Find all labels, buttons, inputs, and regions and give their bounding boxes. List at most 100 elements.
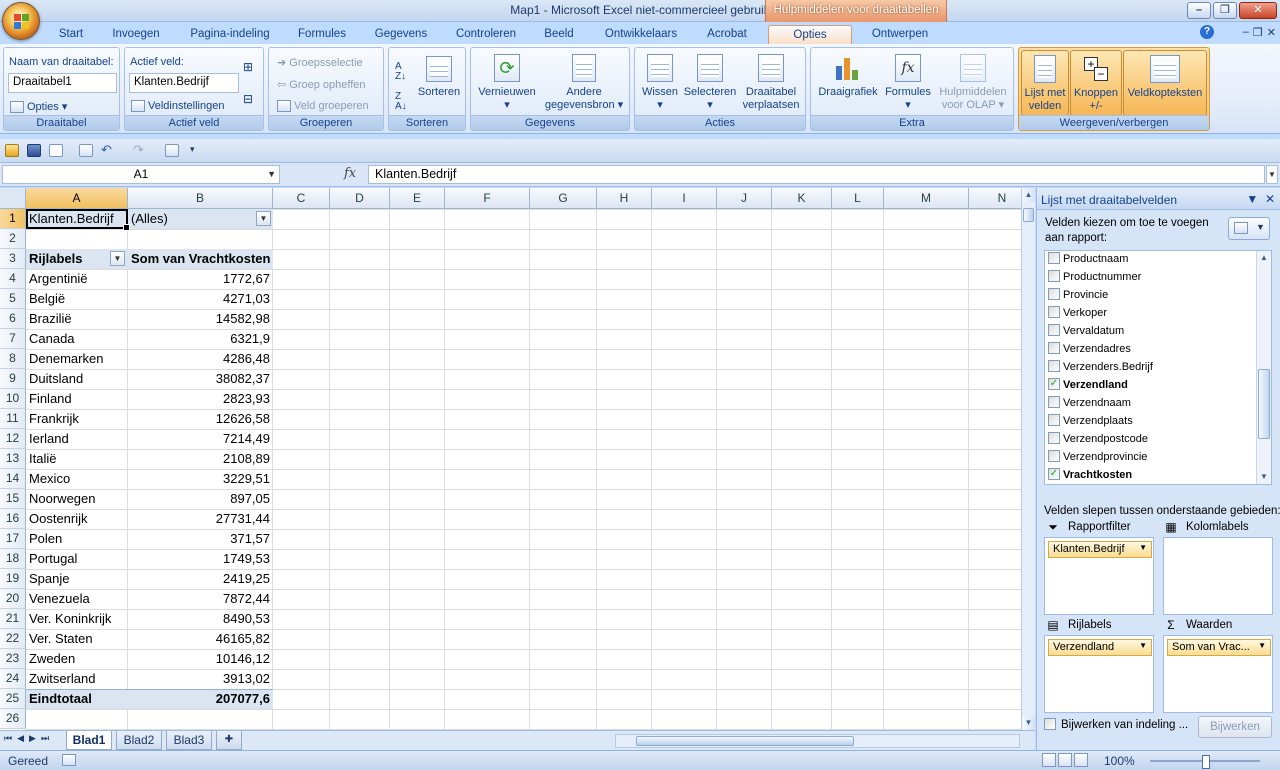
sort-button[interactable]: Sorteren [417, 56, 461, 99]
pivot-row-value[interactable]: 1772,67 [128, 269, 273, 289]
pivot-row-label[interactable]: Oostenrijk [26, 509, 128, 529]
pivot-row-label[interactable]: Ver. Staten [26, 629, 128, 649]
checkbox-icon[interactable] [1048, 342, 1060, 355]
pivot-row-label[interactable]: Venezuela [26, 589, 128, 609]
page-break-view-icon[interactable] [1074, 753, 1088, 767]
change-data-source-button[interactable]: Andere gegevensbron ▾ [541, 54, 627, 112]
field-item[interactable]: Verzenders.Bedrijf [1048, 358, 1153, 376]
sort-az-icon[interactable]: A Z↓ [395, 62, 406, 82]
row-header[interactable]: 17 [0, 529, 26, 549]
row-header[interactable]: 20 [0, 589, 26, 609]
grand-total-value[interactable]: 207077,6 [128, 689, 273, 709]
zoom-level[interactable]: 100% [1104, 754, 1135, 768]
defer-update-checkbox[interactable] [1044, 718, 1056, 730]
help-icon[interactable]: ? [1200, 25, 1214, 39]
row-header[interactable]: 11 [0, 409, 26, 429]
field-list-scroll-thumb[interactable] [1258, 369, 1270, 439]
select-button[interactable]: Selecteren ▾ [683, 54, 737, 112]
column-header-c[interactable]: C [273, 188, 330, 209]
pivot-row-label[interactable]: Portugal [26, 549, 128, 569]
pivot-row-label[interactable]: Italië [26, 449, 128, 469]
field-item[interactable]: Verzendadres [1048, 340, 1131, 358]
field-item[interactable]: ✓ Verzendland [1048, 376, 1128, 394]
values-area[interactable]: Som van Vrac... ▼ [1163, 635, 1273, 713]
formulas-button[interactable]: fx Formules ▾ [883, 54, 933, 112]
row-header[interactable]: 10 [0, 389, 26, 409]
pivot-row-value[interactable]: 4286,48 [128, 349, 273, 369]
expand-formula-bar-icon[interactable]: ▼ [1266, 165, 1278, 184]
customize-toolbar-icon[interactable]: ▾ [190, 144, 204, 157]
field-item[interactable]: Verkoper [1048, 304, 1107, 322]
workbook-restore-button[interactable]: ❐ [1253, 26, 1263, 39]
pivot-row-value[interactable]: 2108,89 [128, 449, 273, 469]
row-header[interactable]: 15 [0, 489, 26, 509]
row-header[interactable]: 24 [0, 669, 26, 689]
select-all-corner[interactable] [0, 188, 26, 209]
tab-invoegen[interactable]: Invoegen [104, 25, 168, 44]
row-header[interactable]: 19 [0, 569, 26, 589]
group-field-button[interactable]: Veld groeperen [277, 100, 369, 113]
chip-dropdown-icon[interactable]: ▼ [1139, 641, 1147, 650]
tab-ontwerpen[interactable]: Ontwerpen [860, 25, 940, 44]
filter-value-cell[interactable]: (Alles) [128, 209, 273, 229]
checkbox-icon[interactable] [1048, 324, 1060, 337]
pivot-row-value[interactable]: 371,57 [128, 529, 273, 549]
checkbox-icon[interactable] [1048, 450, 1060, 463]
checkbox-icon[interactable] [1048, 414, 1060, 427]
field-layout-button[interactable]: ▼ [1228, 217, 1270, 240]
redo-icon[interactable]: ↷ [133, 143, 147, 157]
field-item[interactable]: ✓ Vrachtkosten [1048, 466, 1132, 484]
print-preview-icon[interactable] [79, 144, 93, 157]
row-header[interactable]: 25 [0, 689, 26, 709]
scroll-up-icon[interactable]: ▲ [1022, 188, 1035, 202]
row-header[interactable]: 6 [0, 309, 26, 329]
refresh-button[interactable]: ⟳ Vernieuwen ▾ [474, 54, 540, 112]
collapse-field-icon[interactable]: ⊟ [243, 92, 253, 106]
field-item[interactable]: Verzendprovincie [1048, 448, 1147, 466]
row-labels-dropdown-icon[interactable]: ▼ [110, 251, 125, 266]
pivot-row-label[interactable]: Duitsland [26, 369, 128, 389]
field-item[interactable]: Provincie [1048, 286, 1108, 304]
update-button[interactable]: Bijwerken [1198, 716, 1272, 738]
field-list-up-icon[interactable]: ▲ [1257, 251, 1271, 265]
macro-record-icon[interactable] [62, 754, 76, 766]
tab-gegevens[interactable]: Gegevens [364, 25, 438, 44]
column-header-n[interactable]: N [969, 188, 1021, 209]
values-header[interactable]: Som van Vrachtkosten [128, 249, 273, 269]
open-icon[interactable] [5, 144, 19, 157]
pivot-row-label[interactable]: Zwitserland [26, 669, 128, 689]
field-list-toggle[interactable]: Lijst met velden [1021, 50, 1069, 116]
normal-view-icon[interactable] [1042, 753, 1056, 767]
pivot-row-label[interactable]: Ver. Koninkrijk [26, 609, 128, 629]
pivot-row-value[interactable]: 10146,12 [128, 649, 273, 669]
pivot-row-value[interactable]: 7214,49 [128, 429, 273, 449]
office-button[interactable] [2, 2, 40, 40]
pivot-row-label[interactable]: Denemarken [26, 349, 128, 369]
defer-layout-update[interactable]: Bijwerken van indeling ... [1044, 718, 1188, 731]
vertical-scroll-thumb[interactable] [1023, 208, 1034, 222]
field-item[interactable]: Verzendplaats [1048, 412, 1133, 430]
row-header[interactable]: 16 [0, 509, 26, 529]
zoom-slider[interactable] [1150, 755, 1260, 769]
tab-controleren[interactable]: Controleren [446, 25, 526, 44]
active-field-input[interactable]: Klanten.Bedrijf [129, 73, 239, 93]
olap-tools-button[interactable]: Hulpmiddelen voor OLAP ▾ [933, 54, 1013, 112]
column-header-g[interactable]: G [530, 188, 597, 209]
pivot-row-label[interactable]: Noorwegen [26, 489, 128, 509]
row-header[interactable]: 9 [0, 369, 26, 389]
checkbox-icon[interactable] [1048, 306, 1060, 319]
clear-button[interactable]: Wissen ▾ [637, 54, 683, 112]
name-box[interactable]: A1 ▼ [2, 165, 280, 184]
page-layout-view-icon[interactable] [1058, 753, 1072, 767]
column-header-j[interactable]: J [717, 188, 772, 209]
field-item[interactable]: Productnummer [1048, 268, 1141, 286]
pivot-name-input[interactable]: Draaitabel1 [8, 73, 117, 93]
pivot-row-value[interactable]: 1749,53 [128, 549, 273, 569]
row-header[interactable]: 12 [0, 429, 26, 449]
pivot-row-label[interactable]: Finland [26, 389, 128, 409]
pivot-row-value[interactable]: 8490,53 [128, 609, 273, 629]
column-header-b[interactable]: B [128, 188, 273, 209]
sheet-nav-arrows-icon[interactable]: ⏮◀▶⏭ [4, 733, 54, 744]
chip-dropdown-icon[interactable]: ▼ [1258, 641, 1266, 650]
pivot-row-value[interactable]: 27731,44 [128, 509, 273, 529]
